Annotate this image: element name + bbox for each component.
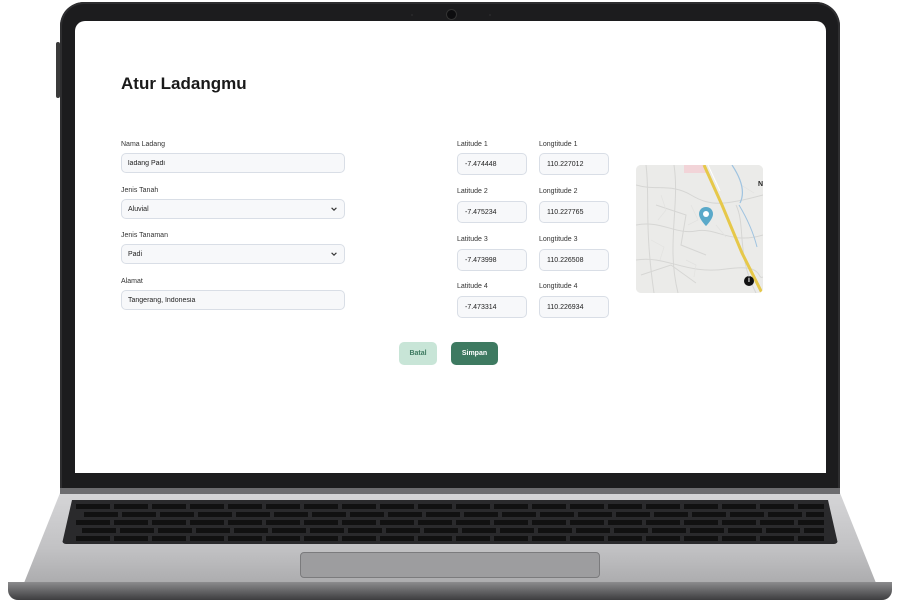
crop-type-value: Padi — [128, 250, 143, 258]
longitude-3-label: Longtitude 3 — [539, 236, 578, 243]
soil-type-select[interactable]: Aluvial — [121, 199, 345, 219]
chevron-down-icon — [331, 207, 337, 211]
app-screen: Atur Ladangmu Nama Ladang Jenis Tanah Al… — [75, 21, 826, 473]
soil-type-label: Jenis Tanah — [121, 187, 159, 194]
location-pin-icon[interactable] — [699, 207, 713, 227]
address-label: Alamat — [121, 278, 143, 285]
keyboard — [62, 500, 838, 544]
sensor-dot — [489, 14, 491, 16]
longitude-1-input[interactable] — [539, 153, 609, 175]
key-row — [82, 528, 824, 533]
address-input[interactable] — [121, 290, 345, 310]
latitude-1-label: Latitude 1 — [457, 141, 488, 148]
latitude-1-input[interactable] — [457, 153, 527, 175]
info-icon[interactable]: i — [744, 276, 754, 286]
longitude-4-input[interactable] — [539, 296, 609, 318]
longitude-3-input[interactable] — [539, 249, 609, 271]
latitude-3-input[interactable] — [457, 249, 527, 271]
key-row — [84, 512, 824, 517]
map-edge-label: N — [757, 181, 763, 188]
key-row — [76, 520, 824, 525]
chevron-down-icon — [331, 252, 337, 256]
crop-type-select[interactable]: Padi — [121, 244, 345, 264]
webcam — [447, 10, 456, 19]
longitude-1-label: Longtitude 1 — [539, 141, 578, 148]
page-title: Atur Ladangmu — [121, 74, 247, 93]
key-row — [76, 504, 824, 509]
latitude-4-input[interactable] — [457, 296, 527, 318]
touchpad — [300, 552, 600, 578]
latitude-3-label: Latitude 3 — [457, 236, 488, 243]
sensor-dot — [411, 14, 413, 16]
save-button[interactable]: Simpan — [451, 342, 498, 365]
latitude-4-label: Latitude 4 — [457, 283, 488, 290]
farm-name-label: Nama Ladang — [121, 141, 165, 148]
key-row — [76, 536, 824, 541]
longitude-4-label: Longtitude 4 — [539, 283, 578, 290]
cancel-button[interactable]: Batal — [399, 342, 437, 365]
longitude-2-label: Longtitude 2 — [539, 188, 578, 195]
crop-type-label: Jenis Tanaman — [121, 232, 168, 239]
latitude-2-input[interactable] — [457, 201, 527, 223]
laptop-hinge — [60, 488, 840, 494]
longitude-2-input[interactable] — [539, 201, 609, 223]
laptop-base-bottom — [8, 582, 892, 600]
map-preview[interactable]: N i — [636, 165, 763, 293]
map-canvas — [636, 165, 763, 293]
farm-name-input[interactable] — [121, 153, 345, 173]
soil-type-value: Aluvial — [128, 205, 149, 213]
latitude-2-label: Latitude 2 — [457, 188, 488, 195]
